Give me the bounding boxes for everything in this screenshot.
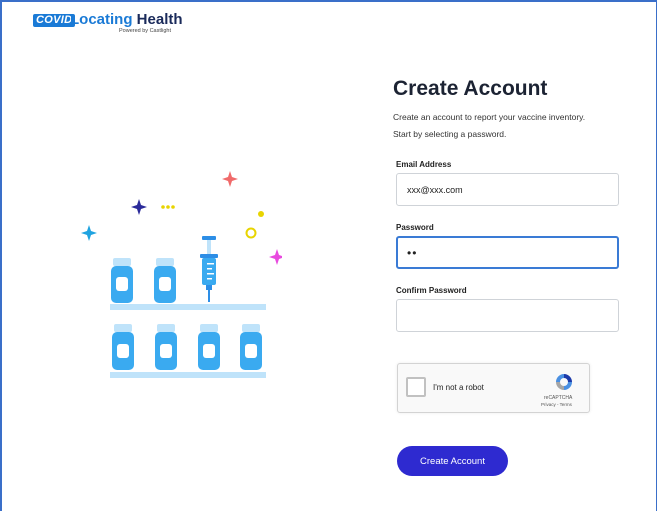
recaptcha-checkbox[interactable] bbox=[406, 377, 426, 397]
vial-icon bbox=[240, 324, 262, 370]
logo-name-locating: Locating bbox=[70, 11, 133, 28]
sparkle-red-icon bbox=[222, 171, 238, 187]
logo-name-health: Health bbox=[136, 11, 183, 28]
recaptcha-label: I'm not a robot bbox=[433, 383, 484, 392]
email-label: Email Address bbox=[396, 160, 452, 169]
recaptcha-widget: I'm not a robot reCAPTCHA Privacy - Term… bbox=[397, 363, 590, 413]
create-account-button[interactable]: Create Account bbox=[397, 446, 508, 476]
logo-name: Locating Health bbox=[70, 11, 183, 28]
vial-icon bbox=[111, 258, 133, 303]
confirm-password-label: Confirm Password bbox=[396, 286, 467, 295]
page-subtitle: Create an account to report your vaccine… bbox=[393, 109, 633, 143]
recaptcha-privacy-terms-link[interactable]: Privacy - Terms bbox=[541, 402, 572, 407]
vial-icon bbox=[154, 258, 176, 303]
sparkle-cyan-icon bbox=[81, 225, 97, 241]
logo-powered-by: Powered by Castlight bbox=[119, 28, 171, 34]
vial-icon bbox=[112, 324, 134, 370]
confirm-password-field[interactable] bbox=[396, 299, 619, 332]
logo-covid-badge: COVID bbox=[33, 14, 76, 27]
page-title: Create Account bbox=[393, 77, 548, 100]
sparkle-magenta-icon bbox=[269, 249, 282, 265]
subtitle-line-1: Create an account to report your vaccine… bbox=[393, 112, 586, 122]
vial-icon bbox=[198, 324, 220, 370]
vaccine-vials-illustration bbox=[81, 171, 282, 378]
subtitle-line-2: Start by selecting a password. bbox=[393, 129, 507, 139]
recaptcha-brand: reCAPTCHA bbox=[544, 395, 573, 401]
password-field[interactable] bbox=[396, 236, 619, 269]
password-label: Password bbox=[396, 223, 434, 232]
vial-icon bbox=[155, 324, 177, 370]
email-field[interactable] bbox=[396, 173, 619, 206]
sparkle-navy-icon bbox=[131, 199, 147, 215]
recaptcha-logo-icon bbox=[556, 374, 572, 390]
